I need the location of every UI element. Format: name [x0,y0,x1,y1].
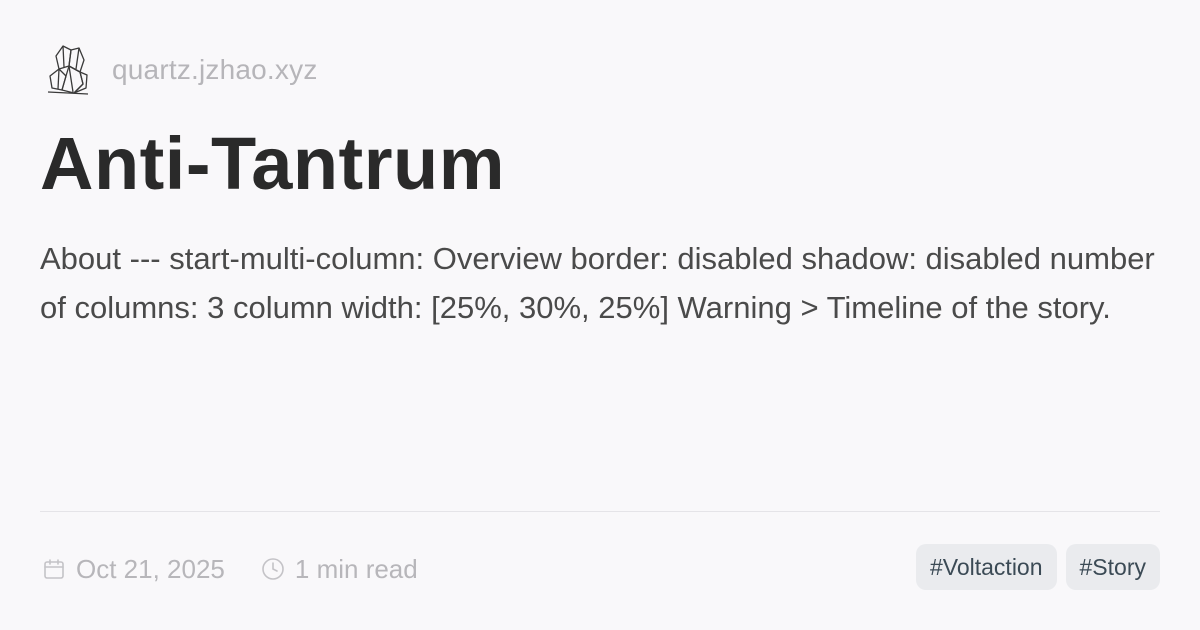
page-title: Anti-Tantrum [40,122,505,205]
publish-date: Oct 21, 2025 [76,553,225,584]
page-description: About --- start-multi-column: Overview b… [40,241,1155,325]
tag-story[interactable]: #Story [1065,544,1160,590]
tag-voltaction[interactable]: #Voltaction [915,544,1057,590]
article-meta: Oct 21, 2025 1 min read [42,548,418,590]
calendar-icon [44,559,64,579]
reading-time: 1 min read [294,553,418,584]
site-name[interactable]: quartz.jzhao.xyz [112,54,318,86]
crystal-logo-icon[interactable] [46,42,90,98]
clock-icon [262,558,284,580]
divider [40,511,1160,512]
tag-list: #Voltaction #Story [915,544,1160,590]
site-header: quartz.jzhao.xyz [46,40,318,100]
